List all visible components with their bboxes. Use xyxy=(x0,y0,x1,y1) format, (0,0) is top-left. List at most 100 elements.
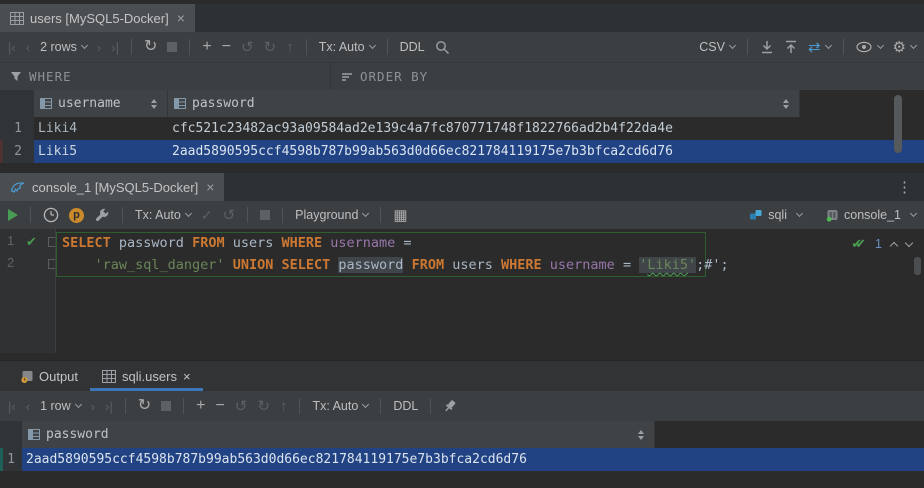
cell-password[interactable]: cfc521c23482ac93a09584ad2e139c4a7fc87077… xyxy=(168,121,800,136)
cell-password[interactable]: 2aad5890595ccf4598b787b99ab563d0d66ec821… xyxy=(168,144,800,159)
more-options-icon[interactable]: ⋮ xyxy=(897,180,924,195)
panel-gap xyxy=(0,353,924,360)
code-line[interactable]: SELECT password FROM users WHERE usernam… xyxy=(62,232,412,254)
prev-result-chevron-icon[interactable] xyxy=(890,242,898,250)
tx-mode-dropdown[interactable]: Tx: Auto xyxy=(319,40,375,54)
fold-marker-icon[interactable] xyxy=(48,259,55,269)
column-header-password[interactable]: password xyxy=(22,421,655,448)
close-icon[interactable]: × xyxy=(183,369,191,384)
row-number-gutter xyxy=(0,90,34,117)
sort-toggle-icon[interactable] xyxy=(638,430,648,440)
code-line[interactable]: 'raw_sql_danger' UNION SELECT password F… xyxy=(62,254,729,276)
separator xyxy=(380,398,381,414)
chevron-down-icon xyxy=(877,42,884,49)
tx-mode-dropdown[interactable]: Tx: Auto xyxy=(312,399,368,413)
pin-tab-icon[interactable] xyxy=(443,399,457,413)
console-switcher-dropdown[interactable]: console_1 xyxy=(826,208,916,222)
order-by-icon xyxy=(341,72,353,82)
next-page-button[interactable]: › xyxy=(97,41,101,54)
revert-icon[interactable]: ↻ xyxy=(264,40,277,55)
close-icon[interactable]: × xyxy=(177,11,185,25)
rollback-icon[interactable]: ↺ xyxy=(223,208,236,223)
order-by-filter-input[interactable]: ORDER BY xyxy=(331,69,438,84)
order-by-placeholder: ORDER BY xyxy=(360,69,428,84)
export-format-dropdown[interactable]: CSV xyxy=(699,40,735,54)
export-download-icon[interactable] xyxy=(760,40,774,54)
undo-icon[interactable]: ↺ xyxy=(241,40,254,55)
tab-output[interactable]: Output xyxy=(8,361,90,391)
next-result-chevron-icon[interactable] xyxy=(905,238,913,246)
cell-username[interactable]: Liki4 xyxy=(34,121,168,136)
output-icon xyxy=(20,370,33,383)
undo-icon[interactable]: ↺ xyxy=(235,399,248,414)
column-header-username[interactable]: username xyxy=(34,90,168,117)
execute-play-icon[interactable] xyxy=(8,209,18,221)
page-size-dropdown[interactable]: 1 row xyxy=(40,399,81,413)
prev-page-button[interactable]: ‹ xyxy=(26,41,30,54)
in-editor-results-icon[interactable]: ▦ xyxy=(393,208,407,223)
schema-switcher-dropdown[interactable]: sqli xyxy=(749,208,802,222)
users-grid-body: 1Liki4cfc521c23482ac93a09584ad2e139c4a7f… xyxy=(0,117,924,163)
settings-gear-icon[interactable]: ⚙ xyxy=(893,40,916,55)
output-grid-toolbar: |‹ ‹ 1 row › ›| ↻ + − ↺ ↻ ↑ Tx: Auto DDL xyxy=(0,391,924,421)
add-row-button[interactable]: + xyxy=(196,398,205,414)
column-icon xyxy=(174,98,186,109)
submit-icon[interactable]: ↑ xyxy=(280,399,288,414)
tab-title: users [MySQL5-Docker] xyxy=(30,11,169,26)
separator xyxy=(282,207,283,223)
import-upload-icon[interactable] xyxy=(784,40,798,54)
view-options-eye-icon[interactable] xyxy=(856,41,883,53)
revert-icon[interactable]: ↻ xyxy=(257,399,270,414)
separator xyxy=(380,207,381,223)
delete-row-button[interactable]: − xyxy=(215,398,224,414)
sort-toggle-icon[interactable] xyxy=(783,99,793,109)
submit-icon[interactable]: ↑ xyxy=(286,40,294,55)
sql-editor[interactable]: 1 2 ✔ SELECT password FROM users WHERE u… xyxy=(0,229,924,353)
table-row[interactable]: 1Liki4cfc521c23482ac93a09584ad2e139c4a7f… xyxy=(0,117,924,140)
delete-row-button[interactable]: − xyxy=(222,39,231,55)
fold-marker-icon[interactable] xyxy=(48,237,55,247)
close-icon[interactable]: × xyxy=(206,180,214,194)
sort-toggle-icon[interactable] xyxy=(151,99,161,109)
commit-check-icon[interactable]: ✓ xyxy=(201,208,213,222)
last-page-button[interactable]: ›| xyxy=(105,400,113,413)
ddl-button[interactable]: DDL xyxy=(400,40,425,54)
tab-result-grid[interactable]: sqli.users × xyxy=(90,361,203,391)
schema-icon xyxy=(749,209,763,221)
parameters-p-icon[interactable]: p xyxy=(69,208,84,223)
table-grid-icon xyxy=(10,12,24,25)
editor-scrollbar[interactable] xyxy=(914,257,921,275)
code-token: Liki5 xyxy=(647,257,688,273)
column-header-password[interactable]: password xyxy=(168,90,800,117)
reload-icon[interactable]: ↻ xyxy=(138,398,151,414)
ddl-button[interactable]: DDL xyxy=(393,399,418,413)
where-filter-input[interactable]: WHERE xyxy=(0,69,330,84)
code-token: WHERE xyxy=(281,235,322,251)
reload-icon[interactable]: ↻ xyxy=(144,39,157,55)
add-row-button[interactable]: + xyxy=(202,39,211,55)
tx-mode-dropdown[interactable]: Tx: Auto xyxy=(135,208,191,222)
page-size-dropdown[interactable]: 2 rows xyxy=(40,40,87,54)
first-page-button[interactable]: |‹ xyxy=(8,400,16,413)
tab-title: console_1 [MySQL5-Docker] xyxy=(32,180,198,195)
prev-page-button[interactable]: ‹ xyxy=(26,400,30,413)
next-page-button[interactable]: › xyxy=(91,400,95,413)
search-icon[interactable] xyxy=(435,40,450,55)
separator xyxy=(430,398,431,414)
last-page-button[interactable]: ›| xyxy=(111,41,119,54)
tab-users-grid[interactable]: users [MySQL5-Docker] × xyxy=(0,4,195,32)
grid-scrollbar[interactable] xyxy=(894,95,902,153)
playground-mode-dropdown[interactable]: Playground xyxy=(295,208,368,222)
separator xyxy=(747,39,748,55)
code-token: ;#'; xyxy=(696,257,729,273)
table-row[interactable]: 12aad5890595ccf4598b787b99ab563d0d66ec82… xyxy=(0,448,924,471)
datagrip-window: users [MySQL5-Docker] × |‹ ‹ 2 rows › ›|… xyxy=(0,0,924,488)
first-page-button[interactable]: |‹ xyxy=(8,41,16,54)
tab-console[interactable]: console_1 [MySQL5-Docker] × xyxy=(0,173,224,201)
cell-username[interactable]: Liki5 xyxy=(34,144,168,159)
table-row[interactable]: 2Liki52aad5890595ccf4598b787b99ab563d0d6… xyxy=(0,140,924,163)
settings-wrench-icon[interactable] xyxy=(94,207,110,223)
cell-password[interactable]: 2aad5890595ccf4598b787b99ab563d0d66ec821… xyxy=(22,452,655,467)
compare-sync-icon[interactable]: ⇄ xyxy=(808,40,831,55)
history-clock-icon[interactable] xyxy=(43,207,59,223)
